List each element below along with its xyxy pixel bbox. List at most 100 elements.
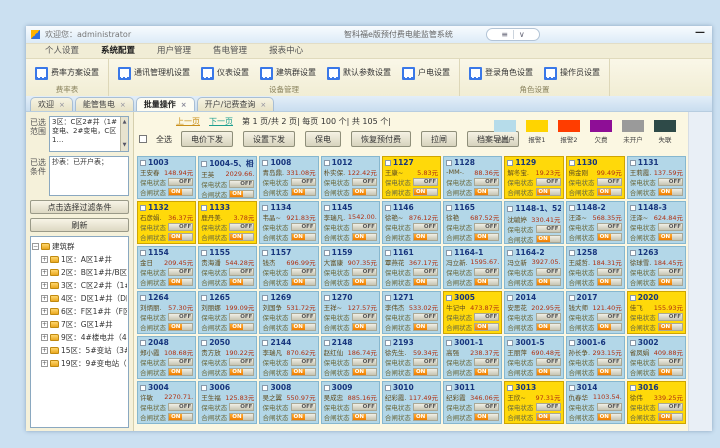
protect-status-toggle[interactable]: OFF <box>536 225 561 233</box>
card-checkbox[interactable] <box>324 385 330 391</box>
ribbon-button[interactable]: 仪表设置 <box>197 65 253 81</box>
close-icon[interactable]: × <box>260 101 266 109</box>
switch-status-toggle[interactable]: ON <box>168 233 193 241</box>
protect-status-toggle[interactable]: OFF <box>597 313 622 321</box>
meter-card[interactable]: 1263 徐球雪. 184.45元 保电状态 OFF <box>627 246 686 289</box>
card-checkbox[interactable] <box>630 295 636 301</box>
switch-status-toggle[interactable]: ON <box>536 413 561 421</box>
protect-status-toggle[interactable]: OFF <box>658 403 683 411</box>
tree-root[interactable]: − 建筑群 <box>32 240 127 253</box>
protect-status-toggle[interactable]: OFF <box>413 403 438 411</box>
ribbon-tab[interactable]: 用户管理 <box>146 42 202 58</box>
meter-card[interactable]: 3006 王生福 125.83元 保电状态 OFF <box>198 381 257 424</box>
protect-status-toggle[interactable]: OFF <box>658 178 683 186</box>
protect-status-toggle[interactable]: OFF <box>474 268 499 276</box>
card-checkbox[interactable] <box>630 250 636 256</box>
protect-status-toggle[interactable]: OFF <box>536 268 561 276</box>
protect-status-toggle[interactable]: OFF <box>474 178 499 186</box>
ribbon-tab[interactable]: 系统配置 <box>90 42 146 58</box>
protect-status-toggle[interactable]: OFF <box>474 313 499 321</box>
card-checkbox[interactable] <box>201 340 207 346</box>
protect-status-toggle[interactable]: OFF <box>658 313 683 321</box>
switch-status-toggle[interactable]: ON <box>536 188 561 196</box>
protect-status-toggle[interactable]: OFF <box>168 223 193 231</box>
meter-card[interactable]: 2020 佳飞 155.93元 保电状态 OFF <box>627 291 686 334</box>
meter-card[interactable]: 1131 王莉霞. 137.59元 保电状态 OFF <box>627 156 686 199</box>
ribbon-button[interactable]: 操作员设置 <box>540 65 604 81</box>
tree-item[interactable]: + 4区：D区1#井（D区1… <box>32 292 127 305</box>
meter-card[interactable]: 3016 徐伟 339.25元 保电状态 OFF <box>627 381 686 424</box>
ribbon-tab[interactable]: 售电管理 <box>202 42 258 58</box>
switch-status-toggle[interactable]: ON <box>413 233 438 241</box>
expand-icon[interactable]: + <box>41 321 48 328</box>
switch-status-toggle[interactable]: ON <box>413 413 438 421</box>
action-button[interactable]: 设置下发 <box>243 131 295 147</box>
meter-card[interactable]: 1127 王康~ 5.83元 保电状态 OFF <box>382 156 441 199</box>
expand-icon[interactable]: + <box>41 347 48 354</box>
card-checkbox[interactable] <box>140 295 146 301</box>
meter-card[interactable]: 1164-2 冯立新 3927.05. 保电状态 OFF <box>504 246 563 289</box>
document-tab[interactable]: 开户/记费查询 × <box>197 97 275 111</box>
card-checkbox[interactable] <box>569 385 575 391</box>
meter-card[interactable]: 2048 郑小霞 108.68元 保电状态 OFF <box>137 336 196 379</box>
meter-card[interactable]: 3004 许敏 2270.71. 保电状态 OFF <box>137 381 196 424</box>
card-checkbox[interactable] <box>446 385 452 391</box>
switch-status-toggle[interactable]: ON <box>413 188 438 196</box>
protect-status-toggle[interactable]: OFF <box>413 313 438 321</box>
switch-status-toggle[interactable]: ON <box>229 368 254 376</box>
card-checkbox[interactable] <box>324 295 330 301</box>
ribbon-button[interactable]: 通讯管理机设置 <box>114 65 194 81</box>
switch-status-toggle[interactable]: ON <box>536 368 561 376</box>
tree-item[interactable]: + 19区：9#变电站（2#… <box>32 357 127 370</box>
chevron-down-icon[interactable]: ∨ <box>519 30 525 39</box>
meter-card[interactable]: 1148-1、522 沈毓婷 330.41元 保电状态 OFF <box>504 201 563 244</box>
card-checkbox[interactable] <box>385 340 391 346</box>
close-icon[interactable]: × <box>181 101 187 109</box>
switch-status-toggle[interactable]: ON <box>658 188 683 196</box>
card-checkbox[interactable] <box>385 250 391 256</box>
switch-status-toggle[interactable]: ON <box>352 188 377 196</box>
meter-card[interactable]: 1003 王安春 148.94元 保电状态 OFF <box>137 156 196 199</box>
card-checkbox[interactable] <box>201 205 207 211</box>
switch-status-toggle[interactable]: ON <box>597 188 622 196</box>
switch-status-toggle[interactable]: ON <box>413 278 438 286</box>
card-checkbox[interactable] <box>201 250 207 256</box>
document-tab[interactable]: 批量操作 × <box>136 97 195 111</box>
expand-icon[interactable]: + <box>41 360 48 367</box>
refresh-button[interactable]: 刷新 <box>30 218 129 232</box>
meter-card[interactable]: 3002 省凤娟 409.88元 保电状态 OFF <box>627 336 686 379</box>
meter-card[interactable]: 2050 贵方放 190.22元 保电状态 OFF <box>198 336 257 379</box>
protect-status-toggle[interactable]: OFF <box>474 223 499 231</box>
switch-status-toggle[interactable]: ON <box>291 413 316 421</box>
switch-status-toggle[interactable]: ON <box>474 368 499 376</box>
selected-condition-box[interactable]: 抄表：已开户表； <box>49 156 129 196</box>
card-checkbox[interactable] <box>385 205 391 211</box>
switch-status-toggle[interactable]: ON <box>168 368 193 376</box>
switch-status-toggle[interactable]: ON <box>291 323 316 331</box>
meter-card[interactable]: 1012 朴实保. 122.42元 保电状态 OFF <box>321 156 380 199</box>
switch-status-toggle[interactable]: ON <box>658 323 683 331</box>
ribbon-button[interactable]: 费率方案设置 <box>31 65 103 81</box>
protect-status-toggle[interactable]: OFF <box>413 178 438 186</box>
meter-card[interactable]: 3001-6 孙长争. 293.15元 保电状态 OFF <box>566 336 625 379</box>
document-tab[interactable]: 能管售电 × <box>75 97 134 111</box>
card-checkbox[interactable] <box>140 385 146 391</box>
card-checkbox[interactable] <box>262 385 268 391</box>
card-checkbox[interactable] <box>262 250 268 256</box>
card-checkbox[interactable] <box>262 340 268 346</box>
switch-status-toggle[interactable]: ON <box>597 413 622 421</box>
switch-status-toggle[interactable]: ON <box>352 323 377 331</box>
protect-status-toggle[interactable]: OFF <box>413 358 438 366</box>
ribbon-collapse-control[interactable]: ≡ ∨ <box>486 28 540 41</box>
protect-status-toggle[interactable]: OFF <box>597 268 622 276</box>
ribbon-tab[interactable]: 个人设置 <box>34 42 90 58</box>
switch-status-toggle[interactable]: ON <box>597 278 622 286</box>
card-checkbox[interactable] <box>262 295 268 301</box>
meter-card[interactable]: 1159 大富康 907.35元 保电状态 OFF <box>321 246 380 289</box>
protect-status-toggle[interactable]: OFF <box>168 358 193 366</box>
protect-status-toggle[interactable]: OFF <box>536 178 561 186</box>
switch-status-toggle[interactable]: ON <box>291 233 316 241</box>
protect-status-toggle[interactable]: OFF <box>536 358 561 366</box>
card-checkbox[interactable] <box>630 160 636 166</box>
action-button[interactable]: 拉闸 <box>421 131 457 147</box>
